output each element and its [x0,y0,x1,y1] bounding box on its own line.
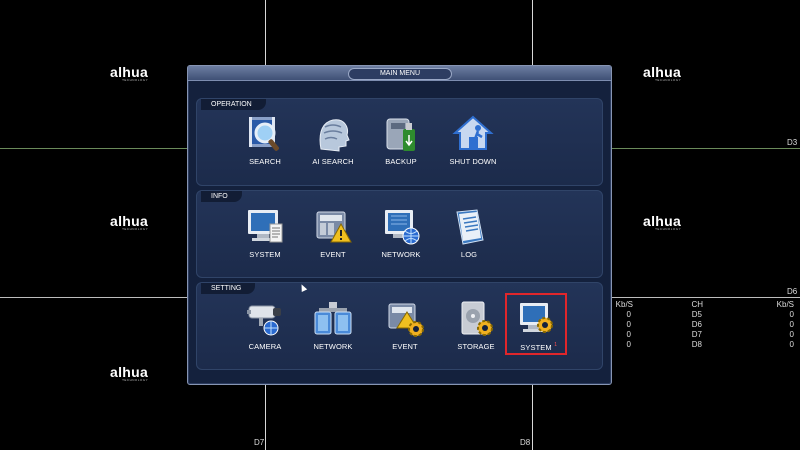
main-menu-dialog: MAIN MENU OPERATION SEARCH AI SEARCH BAC… [187,65,612,385]
menu-item-label: STORAGE [457,342,495,351]
stats-cell: 0 [626,310,631,319]
menu-item-label: SHUT DOWN [449,157,497,166]
stats-cell: 0 [626,340,631,349]
search-film-icon [249,117,279,151]
menu-item-label: CAMERA [248,342,282,351]
channel-label-d7: D7 [254,438,265,447]
stats-cell: 0 [789,320,794,329]
stats-cell: D8 [691,340,702,349]
menu-item-label: SEARCH [249,157,281,166]
log-book-icon [456,209,484,245]
menu-item-network-setting[interactable]: NETWORK [300,298,366,360]
menu-item-event-setting[interactable]: EVENT [372,298,438,360]
grid-divider [612,148,800,149]
system-gear-icon [520,303,553,333]
menu-item-label: EVENT [320,250,346,259]
channel-label-d6: D6 [787,287,798,296]
section-info: INFO SYSTEM EVENT NETWORK LOG [196,190,603,278]
dahua-logo: alhua TECHNOLOGY [110,213,149,231]
grid-divider [532,385,533,450]
stats-cell: 0 [789,310,794,319]
dahua-logo: alhua TECHNOLOGY [110,364,149,382]
grid-divider [0,297,187,298]
backup-usb-icon [386,118,415,151]
stats-row: 0 D5 0 [612,310,800,320]
menu-item-shut-down[interactable]: SHUT DOWN [440,113,506,175]
stats-row: 0 D7 0 [612,330,800,340]
stats-header: Kb/S [615,300,633,309]
section-operation: OPERATION SEARCH AI SEARCH BACKUP SHUT D… [196,98,603,186]
menu-item-system-info[interactable]: SYSTEM [232,206,298,268]
menu-item-label: BACKUP [385,157,417,166]
menu-item-label: AI SEARCH [312,157,354,166]
section-title-setting: SETTING [201,283,256,294]
menu-item-label: NETWORK [313,342,353,351]
dialog-title: MAIN MENU [348,68,452,80]
channel-label-d3: D3 [787,138,798,147]
menu-item-log[interactable]: LOG [436,206,502,268]
storage-gear-icon [461,301,493,336]
grid-divider [612,297,800,298]
network-globe-icon [385,210,420,245]
menu-item-storage[interactable]: STORAGE [443,298,509,360]
stats-cell: D7 [691,330,702,339]
dahua-logo: alhua TECHNOLOGY [643,213,682,231]
stats-row: 0 D6 0 [612,320,800,330]
dahua-logo: alhua TECHNOLOGY [110,64,149,82]
section-title-info: INFO [201,191,242,202]
grid-divider [265,385,266,450]
menu-item-label: LOG [460,250,478,259]
menu-item-search[interactable]: SEARCH [232,113,298,175]
menu-item-camera[interactable]: CAMERA [232,298,298,360]
stats-cell: 0 [789,340,794,349]
menu-item-label: SYSTEM [249,250,281,259]
menu-item-label: NETWORK [381,250,421,259]
dahua-logo: alhua TECHNOLOGY [643,64,682,82]
camera-icon [247,305,281,336]
menu-item-system-setting[interactable]: SYSTEM 1 [505,293,567,355]
dialog-titlebar[interactable]: MAIN MENU [188,66,611,81]
menu-item-network-info[interactable]: NETWORK [368,206,434,268]
shutdown-house-icon [452,115,494,150]
ai-head-icon [319,119,350,152]
section-title-operation: OPERATION [201,99,266,110]
stats-cell: D5 [691,310,702,319]
grid-divider [0,148,187,149]
bitrate-stats: Kb/S CH Kb/S 0 D5 0 0 D6 0 0 D7 0 0 D8 0 [612,300,800,350]
stats-cell: 0 [626,330,631,339]
menu-item-backup[interactable]: BACKUP [368,113,434,175]
grid-divider [265,0,266,65]
event-warning-icon [316,211,352,243]
stats-header-row: Kb/S CH Kb/S [612,300,800,310]
channel-label-d8: D8 [520,438,531,447]
selection-badge: 1 [554,342,557,348]
section-setting: SETTING CAMERA NETWORK EVENT STORAGE SYS… [196,282,603,370]
network-gear-icon [314,302,352,335]
menu-item-event-info[interactable]: EVENT [300,206,366,268]
monitor-doc-icon [248,210,283,243]
stats-cell: D6 [691,320,702,329]
stats-cell: 0 [626,320,631,329]
menu-item-ai-search[interactable]: AI SEARCH [300,113,366,175]
stats-cell: 0 [789,330,794,339]
menu-item-label: EVENT [392,342,418,351]
stats-header: Kb/S [776,300,794,309]
event-gear-icon [388,303,424,337]
stats-row: 0 D8 0 [612,340,800,350]
grid-divider [532,0,533,65]
stats-header: CH [691,300,703,309]
